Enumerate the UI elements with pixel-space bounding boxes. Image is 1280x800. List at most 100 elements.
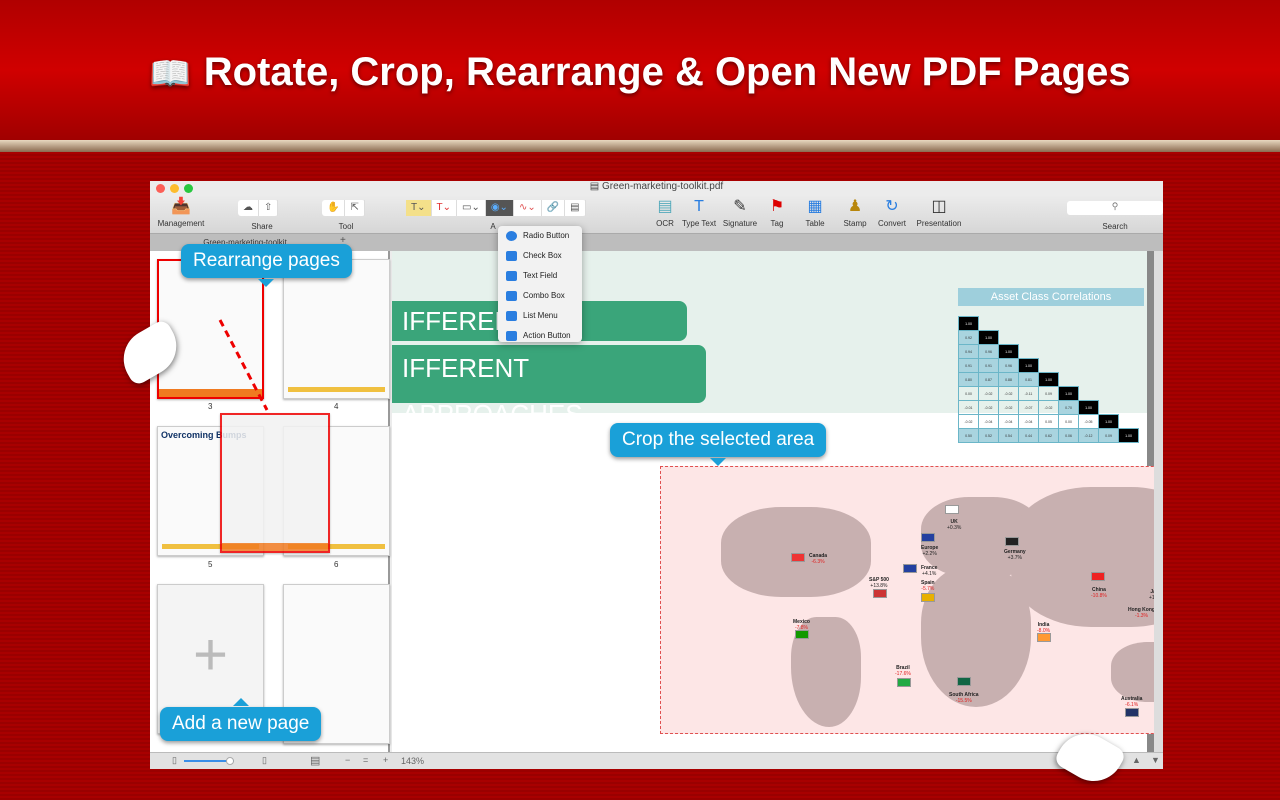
country-change: +0.3% xyxy=(947,525,962,531)
presentation-label: Presentation xyxy=(916,219,962,228)
correlation-cell: 0.87 xyxy=(978,372,999,387)
select-icon[interactable]: ⇱ xyxy=(345,200,365,216)
minimize-button[interactable] xyxy=(170,184,179,193)
empty-cell xyxy=(1019,345,1039,359)
close-button[interactable] xyxy=(156,184,165,193)
signature-button[interactable]: ✎ Signature xyxy=(720,195,760,228)
menu-item[interactable]: List Menu xyxy=(498,306,582,326)
zoom-out-button[interactable]: − xyxy=(345,755,350,765)
next-page-icon[interactable]: ▼ xyxy=(1151,755,1160,765)
map-label: Europe +2.2% xyxy=(921,545,938,557)
flag-icon xyxy=(1091,572,1105,581)
convert-button[interactable]: ↻ Convert xyxy=(874,195,910,228)
map-label: South Africa -15.5% xyxy=(949,692,979,704)
country-change: -15.5% xyxy=(955,698,972,704)
correlation-cell: 0.80 xyxy=(958,372,979,387)
empty-cell xyxy=(1119,331,1139,345)
freehand-icon[interactable]: ∿⌄ xyxy=(514,200,542,216)
correlation-cell: 0.70 xyxy=(1058,400,1079,415)
search-input[interactable]: ⚲ xyxy=(1067,201,1163,215)
search-label: Search xyxy=(1102,222,1128,231)
hand-icon[interactable]: ✋ xyxy=(322,200,346,216)
menu-item[interactable]: Check Box xyxy=(498,246,582,266)
empty-cell xyxy=(1119,401,1139,415)
flag-icon xyxy=(921,593,935,602)
empty-cell xyxy=(1079,317,1099,331)
correlation-cell: 0.09 xyxy=(1038,386,1059,401)
management-button[interactable]: 📥 Management xyxy=(154,195,208,228)
plus-icon: + xyxy=(192,621,229,688)
menu-item[interactable]: Text Field xyxy=(498,266,582,286)
page-number: 5 xyxy=(208,560,213,569)
dragged-page-thumbnail[interactable] xyxy=(220,413,330,553)
presentation-button[interactable]: ◫ Presentation xyxy=(912,195,966,228)
menu-item-label: Text Field xyxy=(523,271,558,280)
menu-item[interactable]: Combo Box xyxy=(498,286,582,306)
empty-cell xyxy=(1099,387,1119,401)
correlation-cell: 0.00 xyxy=(1058,414,1079,429)
stamp-button[interactable]: ♟ Stamp xyxy=(838,195,872,228)
tool-group: ✋ ⇱ xyxy=(322,200,365,216)
crop-selection-area[interactable]: Canada -6.3% UK +0.3% Europe +2.2% Germany +3.7… xyxy=(660,466,1163,734)
form-field-icon[interactable]: ◉⌄ xyxy=(485,200,514,216)
add-page-callout: Add a new page xyxy=(160,698,322,741)
zoom-button[interactable] xyxy=(184,184,193,193)
highlight-text-icon[interactable]: T⌄ xyxy=(406,200,432,216)
ocr-button[interactable]: ▤ OCR xyxy=(650,195,680,228)
page-thumbnail-4[interactable] xyxy=(283,259,390,399)
strikethrough-icon[interactable]: T⌄ xyxy=(432,200,457,216)
management-label: Management xyxy=(157,219,205,228)
toolbar: 📥 Management ☁ ⇧ Share ✋ ⇱ Tool T⌄ T⌄ ▭⌄ ◉⌄… xyxy=(150,195,1163,233)
correlation-cell: 0.52 xyxy=(978,428,999,443)
inbox-icon: 📥 xyxy=(171,198,191,215)
empty-cell xyxy=(1099,359,1119,373)
table-button[interactable]: ▦ Table xyxy=(800,195,830,228)
empty-cell xyxy=(1059,359,1079,373)
menu-item-label: Action Button xyxy=(523,331,571,340)
correlation-cell: 1.00 xyxy=(958,316,979,331)
note-icon[interactable]: ▤ xyxy=(565,200,586,216)
map-label: Spain -5.7% xyxy=(921,580,935,592)
menu-item[interactable]: Action Button xyxy=(498,326,582,346)
large-thumbnail-icon: ▯ xyxy=(262,755,267,765)
empty-cell xyxy=(999,317,1019,331)
empty-cell xyxy=(979,317,999,331)
link-icon[interactable]: 🔗 xyxy=(542,200,566,216)
flag-icon xyxy=(1125,708,1139,717)
pen-icon: ✎ xyxy=(733,198,747,215)
tag-button[interactable]: ⚑ Tag xyxy=(762,195,792,228)
correlation-cell: 0.50 xyxy=(958,428,979,443)
cloud-icon[interactable]: ☁ xyxy=(238,200,259,216)
empty-cell xyxy=(1019,331,1039,345)
menu-item[interactable]: Radio Button xyxy=(498,226,582,246)
correlation-cell: 0.91 xyxy=(958,358,979,373)
vertical-scrollbar[interactable] xyxy=(1154,251,1163,752)
signature-label: Signature xyxy=(722,219,758,228)
divider xyxy=(0,140,1280,152)
correlation-cell: -0.02 xyxy=(998,386,1019,401)
correlation-cell: -0.02 xyxy=(978,400,999,415)
correlation-cell: -0.02 xyxy=(958,414,979,429)
share-icon[interactable]: ⇧ xyxy=(259,200,279,216)
correlation-table: 1.00 0.92 1.00 0.94 0.96 1.00 0.91 0.91 0.96 1.00… xyxy=(958,316,1139,443)
tool-label: Tool xyxy=(338,222,354,231)
form-field-type-icon xyxy=(506,231,517,241)
correlation-cell: 0.00 xyxy=(958,386,979,401)
crop-callout: Crop the selected area xyxy=(610,423,827,466)
type-text-icon: T xyxy=(694,198,704,215)
thumbnail-size-slider[interactable] xyxy=(184,757,234,765)
correlation-row: 0.00 -0.02 -0.02 -0.11 0.09 1.00 xyxy=(958,386,1139,401)
zoom-in-button[interactable]: + xyxy=(383,755,388,765)
fit-button[interactable]: = xyxy=(363,755,368,765)
correlation-cell: -0.01 xyxy=(958,400,979,415)
type-text-button[interactable]: T Type Text xyxy=(680,195,718,228)
correlation-cell: -0.04 xyxy=(978,414,999,429)
map-label: Germany +3.7% xyxy=(1004,549,1026,561)
correlation-cell: -0.07 xyxy=(1018,400,1039,415)
table-label: Table xyxy=(805,219,825,228)
prev-page-icon[interactable]: ▲ xyxy=(1132,755,1141,765)
view-mode-button[interactable]: ▤ xyxy=(310,754,320,767)
rectangle-icon[interactable]: ▭⌄ xyxy=(457,200,486,216)
empty-cell xyxy=(1039,359,1059,373)
map-label: Australia -6.1% xyxy=(1121,696,1142,708)
